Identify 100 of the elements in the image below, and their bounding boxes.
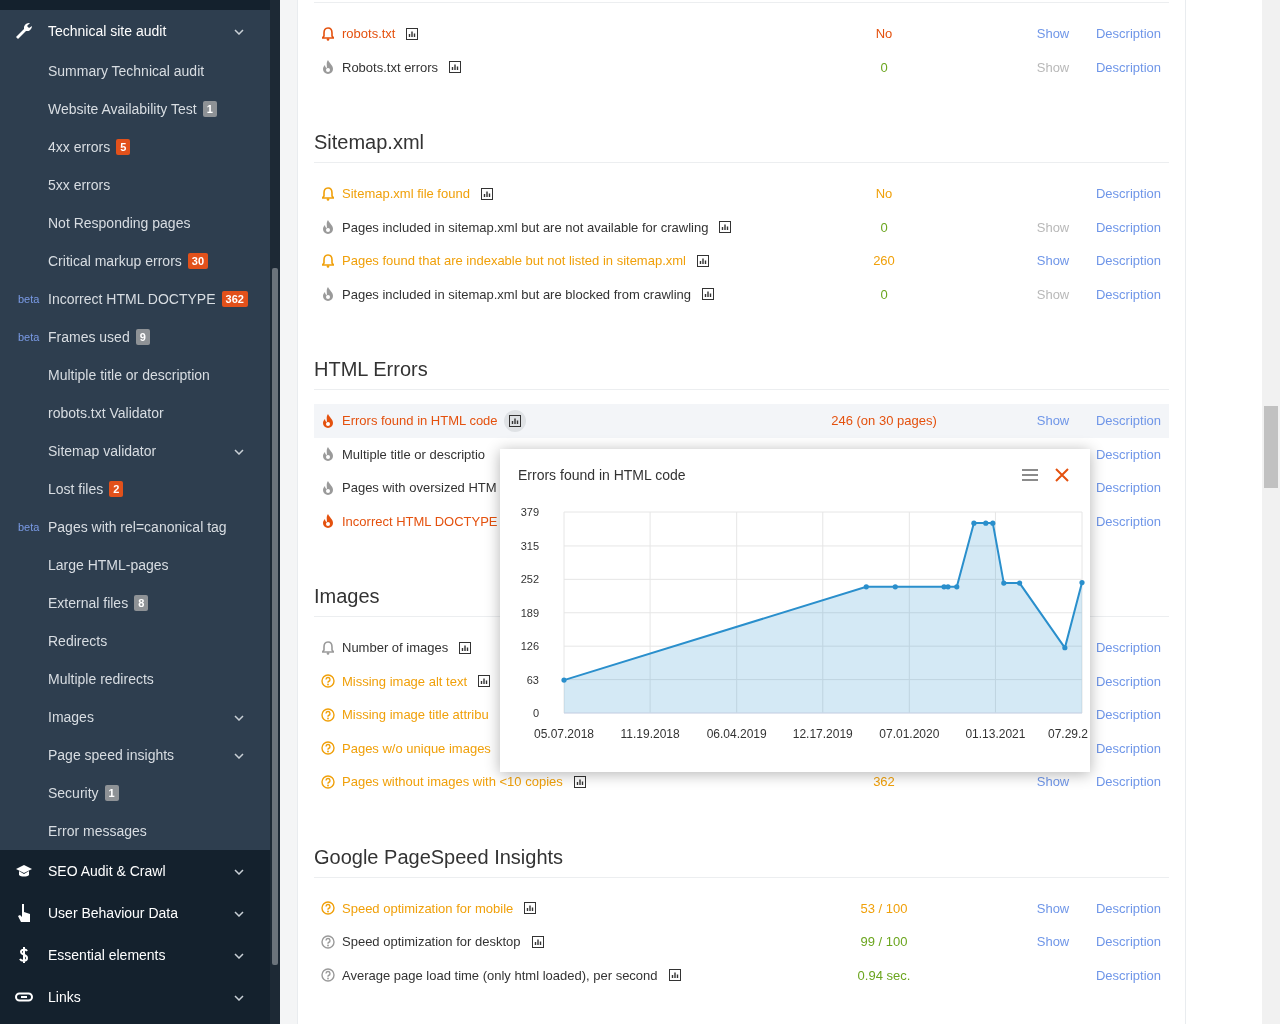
- show-link[interactable]: Show: [1036, 59, 1070, 75]
- chart-button[interactable]: [503, 409, 526, 432]
- description-link[interactable]: Description: [1095, 707, 1161, 722]
- description-link[interactable]: Description: [1095, 286, 1161, 302]
- show-link[interactable]: Show: [1036, 413, 1070, 428]
- chart-icon: [478, 675, 490, 688]
- menu-item[interactable]: Security 1: [0, 774, 270, 812]
- menu-item-label: Sitemap validator: [48, 441, 157, 461]
- data-point: [1062, 645, 1068, 651]
- description-link[interactable]: Description: [1095, 59, 1161, 75]
- show-link[interactable]: Show: [1036, 900, 1070, 916]
- menu-item-label: Website Availability Test: [48, 99, 197, 119]
- axis-tick-label: 07.29.2: [1047, 727, 1088, 741]
- show-link[interactable]: Show: [1036, 286, 1070, 302]
- menu-section[interactable]: SEO Audit & Crawl: [0, 850, 270, 892]
- menu-item[interactable]: Website Availability Test 1: [0, 90, 270, 128]
- metric-label: Speed optimization for desktop: [342, 933, 521, 951]
- metric-value: 0: [880, 286, 888, 302]
- flame-icon: [322, 413, 334, 428]
- count-badge: 2: [109, 481, 124, 497]
- description-link[interactable]: Description: [1095, 673, 1161, 689]
- data-point: [971, 520, 977, 526]
- menu-item[interactable]: Summary Technical audit: [0, 52, 270, 90]
- metric-label: Pages with oversized HTM: [342, 479, 497, 497]
- description-link[interactable]: Description: [1095, 446, 1161, 462]
- description-link[interactable]: Description: [1095, 740, 1161, 756]
- description-link[interactable]: Description: [1095, 186, 1161, 201]
- link-icon: [15, 992, 33, 1002]
- question-icon: [321, 674, 335, 689]
- menu-item[interactable]: Multiple title or description: [0, 356, 270, 394]
- description-link[interactable]: Description: [1095, 640, 1161, 655]
- show-link[interactable]: Show: [1036, 219, 1070, 235]
- menu-item[interactable]: Large HTML-pages: [0, 546, 270, 584]
- metric-label: Pages included in sitemap.xml but are blocked from crawling: [342, 285, 691, 304]
- bell-icon: [322, 253, 334, 268]
- data-point: [1079, 579, 1085, 586]
- description-link[interactable]: Description: [1095, 480, 1161, 495]
- menu-section[interactable]: Links: [0, 976, 270, 1018]
- wrench-icon: [14, 22, 34, 40]
- description-link[interactable]: Description: [1095, 219, 1161, 235]
- scrollbar-thumb[interactable]: [272, 268, 278, 965]
- chart-icon: [719, 221, 732, 234]
- show-link[interactable]: Show: [1036, 934, 1070, 949]
- menu-item-label: Not Responding pages: [48, 213, 191, 233]
- menu-section[interactable]: Technical site audit: [0, 10, 270, 52]
- menu-item-label: Summary Technical audit: [48, 61, 205, 81]
- metric-label: Average page load time (only html loaded), per second: [342, 966, 658, 985]
- menu-item-label: Incorrect HTML DOCTYPE: [48, 289, 216, 309]
- menu-item[interactable]: Page speed insights: [0, 736, 270, 774]
- show-link[interactable]: Show: [1036, 26, 1070, 41]
- data-point: [1017, 580, 1023, 586]
- menu-item[interactable]: Error messages: [0, 812, 270, 850]
- menu-icon: [1022, 469, 1038, 481]
- metric-value: No: [875, 186, 893, 201]
- metric-value: 0: [880, 59, 888, 75]
- metric-label: Pages without images with <10 copies: [342, 773, 563, 791]
- metric-value: 260: [873, 253, 895, 268]
- flame-icon: [322, 60, 334, 75]
- metric-value: 246 (on 30 pages): [831, 413, 937, 428]
- axis-tick-label: 12.17.2019: [792, 727, 853, 741]
- menu-item[interactable]: Sitemap validator: [0, 432, 270, 470]
- metric-value: No: [875, 26, 893, 41]
- menu-item[interactable]: Lost files 2: [0, 470, 270, 508]
- menu-section[interactable]: User Behaviour Data: [0, 892, 270, 934]
- bell-icon: [322, 640, 334, 655]
- menu-item[interactable]: Images: [0, 698, 270, 736]
- metric-label: Robots.txt errors: [342, 58, 439, 77]
- count-badge: 362: [221, 291, 248, 307]
- menu-item[interactable]: beta Incorrect HTML DOCTYPE 362: [0, 280, 270, 318]
- menu-section[interactable]: Essential elements: [0, 934, 270, 976]
- menu-item-label: 4xx errors: [48, 137, 111, 157]
- chevron-down-icon: [234, 910, 244, 917]
- menu-item[interactable]: Multiple redirects: [0, 660, 270, 698]
- menu-item[interactable]: Not Responding pages: [0, 204, 270, 242]
- axis-tick-label: 11.19.2018: [620, 727, 680, 741]
- menu-item-label: Multiple title or description: [48, 365, 210, 385]
- menu-item[interactable]: robots.txt Validator: [0, 394, 270, 432]
- description-link[interactable]: Description: [1095, 253, 1161, 268]
- menu-item[interactable]: beta Pages with rel=canonical tag: [0, 508, 270, 546]
- scrollbar-thumb[interactable]: [1264, 406, 1278, 488]
- description-link[interactable]: Description: [1095, 900, 1161, 916]
- description-link[interactable]: Description: [1095, 967, 1161, 983]
- description-link[interactable]: Description: [1095, 934, 1161, 949]
- menu-item[interactable]: 4xx errors 5: [0, 128, 270, 166]
- show-link[interactable]: Show: [1036, 774, 1070, 789]
- menu-item[interactable]: beta Frames used 9: [0, 318, 270, 356]
- menu-item[interactable]: External files 8: [0, 584, 270, 622]
- metric-label: Number of images: [342, 639, 449, 657]
- menu-item[interactable]: Critical markup errors 30: [0, 242, 270, 280]
- menu-item[interactable]: 5xx errors: [0, 166, 270, 204]
- flame-icon: [322, 480, 334, 495]
- flame-icon: [322, 447, 334, 462]
- description-link[interactable]: Description: [1095, 513, 1161, 529]
- section-heading: HTML Errors: [314, 357, 1169, 390]
- show-link[interactable]: Show: [1036, 253, 1070, 268]
- description-link[interactable]: Description: [1095, 413, 1161, 428]
- bell-icon: [322, 26, 334, 41]
- description-link[interactable]: Description: [1095, 26, 1161, 41]
- menu-item[interactable]: Redirects: [0, 622, 270, 660]
- description-link[interactable]: Description: [1095, 774, 1161, 789]
